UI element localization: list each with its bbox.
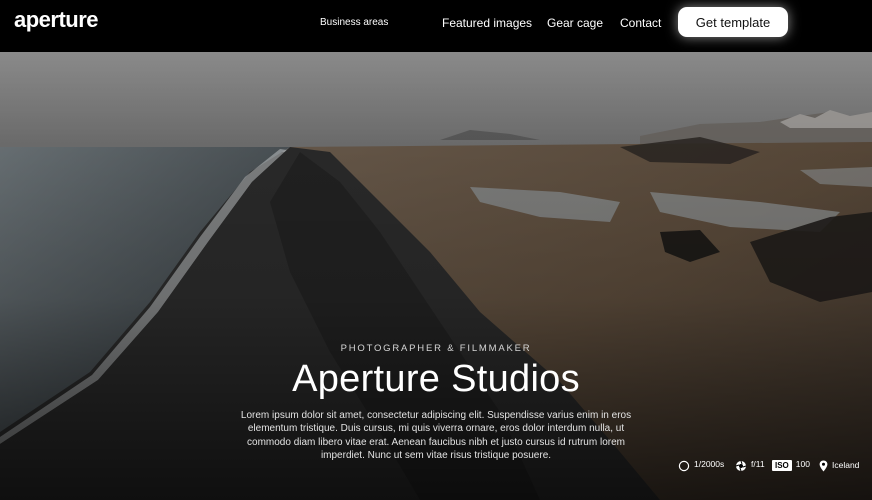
exif-iso: ISO 100: [772, 458, 810, 471]
aperture-icon: [735, 460, 747, 472]
exif-location-value: Iceland: [832, 460, 860, 470]
hero-section: PHOTOGRAPHER & FILMMAKER Aperture Studio…: [0, 52, 872, 500]
nav-link-gear-cage[interactable]: Gear cage: [547, 16, 603, 30]
hero-description: Lorem ipsum dolor sit amet, consectetur …: [240, 410, 632, 461]
hero-content: PHOTOGRAPHER & FILMMAKER Aperture Studio…: [0, 343, 872, 462]
exif-aperture-value: f/11: [751, 459, 765, 469]
shutter-icon: [678, 460, 690, 472]
iso-icon: ISO: [772, 460, 792, 471]
nav-link-featured-images[interactable]: Featured images: [442, 16, 532, 30]
brand-logo[interactable]: aperture: [14, 7, 99, 33]
top-navigation: aperture Business areas Featured images …: [0, 0, 872, 52]
hero-title: Aperture Studios: [292, 358, 580, 400]
hero-eyebrow: PHOTOGRAPHER & FILMMAKER: [340, 343, 532, 354]
exif-iso-value: 100: [795, 458, 810, 469]
exif-shutter-value: 1/2000s: [694, 459, 725, 469]
exif-shutter: 1/2000s: [678, 459, 725, 472]
exif-location: Iceland: [819, 460, 859, 472]
exif-aperture: f/11: [735, 459, 765, 472]
nav-link-business-areas[interactable]: Business areas: [320, 17, 388, 28]
nav-link-contact[interactable]: Contact: [620, 16, 661, 30]
get-template-button[interactable]: Get template: [678, 7, 788, 37]
location-pin-icon: [819, 460, 828, 472]
